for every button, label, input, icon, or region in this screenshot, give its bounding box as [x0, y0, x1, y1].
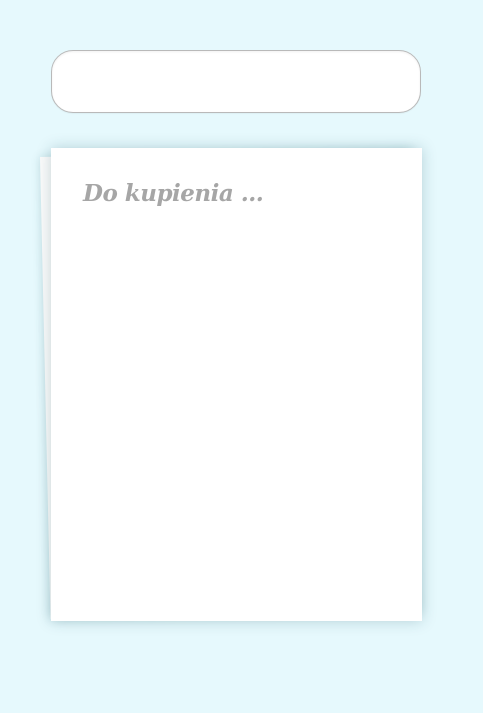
- app-page: Do kupienia ...: [0, 0, 483, 713]
- list-title: Do kupienia ...: [83, 180, 264, 207]
- paper-front-sheet: Do kupienia ...: [51, 148, 422, 621]
- new-item-input[interactable]: [51, 50, 421, 113]
- shopping-list-paper: Do kupienia ...: [35, 147, 430, 627]
